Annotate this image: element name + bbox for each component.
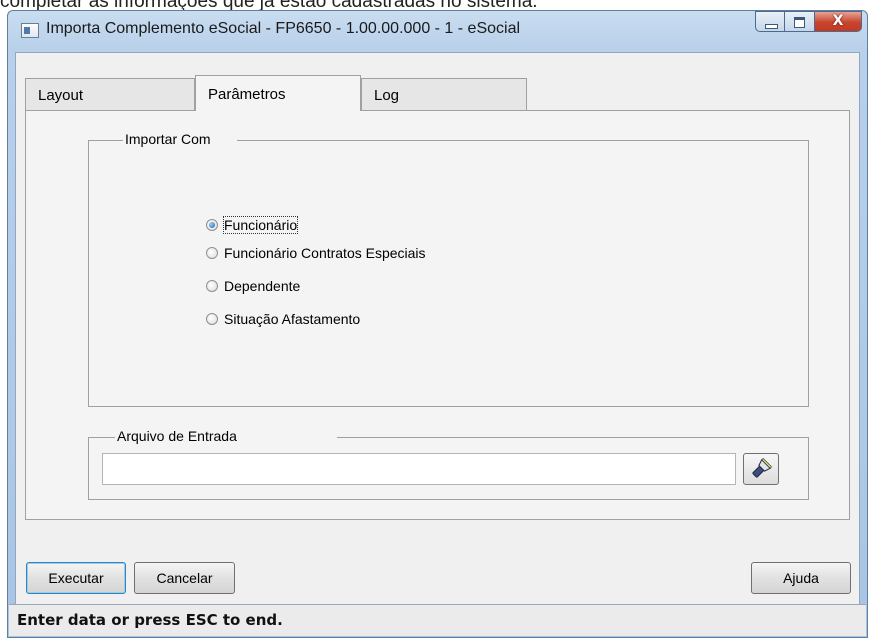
tab-layout[interactable]: Layout: [25, 78, 195, 110]
close-button[interactable]: X: [815, 11, 862, 32]
execute-button[interactable]: Executar: [26, 562, 126, 594]
tab-parametros-label: Parâmetros: [208, 86, 286, 103]
window-title: Importa Complemento eSocial - FP6650 - 1…: [46, 20, 521, 37]
tab-log-label: Log: [374, 87, 400, 104]
cancel-button[interactable]: Cancelar: [134, 562, 235, 594]
radio-funcionario-contratos-especiais[interactable]: Funcionário Contratos Especiais: [206, 245, 426, 261]
input-file-group-title: Arquivo de Entrada: [115, 428, 337, 444]
title-bar[interactable]: Importa Complemento eSocial - FP6650 - 1…: [8, 11, 867, 51]
window-client-area: Layout Parâmetros Log Importar Com Funci…: [15, 52, 860, 630]
maximize-button[interactable]: [785, 11, 815, 32]
help-button[interactable]: Ajuda: [751, 562, 851, 594]
radio-situacao-afastamento-indicator: [206, 313, 218, 325]
dialog-window: Importa Complemento eSocial - FP6650 - 1…: [7, 10, 868, 638]
maximize-icon: [794, 17, 805, 28]
flashlight-search-icon: [752, 458, 772, 478]
tab-parametros[interactable]: Parâmetros: [195, 75, 361, 111]
browse-file-button[interactable]: [743, 453, 779, 485]
status-text: Enter data or press ESC to end.: [17, 611, 283, 629]
radio-dependente-indicator: [206, 280, 218, 292]
status-bar: Enter data or press ESC to end.: [9, 604, 866, 636]
tab-log[interactable]: Log: [361, 78, 527, 110]
minimize-icon: [765, 24, 778, 29]
radio-dependente-label: Dependente: [224, 278, 301, 294]
radio-funcionario[interactable]: Funcionário: [206, 216, 299, 234]
import-group-title: Importar Com: [123, 131, 237, 147]
radio-dependente[interactable]: Dependente: [206, 278, 300, 294]
radio-situacao-afastamento[interactable]: Situação Afastamento: [206, 311, 360, 327]
input-file-groupbox: Arquivo de Entrada: [88, 428, 809, 500]
tab-layout-label: Layout: [38, 87, 84, 104]
radio-situacao-afastamento-label: Situação Afastamento: [224, 311, 361, 327]
close-icon: X: [832, 13, 844, 29]
input-file-field[interactable]: [102, 453, 736, 485]
radio-funcionario-indicator: [206, 219, 218, 231]
radio-contratos-especiais-indicator: [206, 247, 218, 259]
window-app-icon: [21, 23, 39, 38]
parametros-panel: Importar Com Funcionário Funcionário Con…: [25, 110, 850, 520]
minimize-button[interactable]: [755, 11, 785, 32]
window-controls: X: [755, 11, 862, 33]
radio-contratos-especiais-label: Funcionário Contratos Especiais: [224, 245, 426, 261]
import-groupbox: Importar Com Funcionário Funcionário Con…: [88, 131, 809, 407]
radio-funcionario-label: Funcionário: [222, 216, 299, 234]
